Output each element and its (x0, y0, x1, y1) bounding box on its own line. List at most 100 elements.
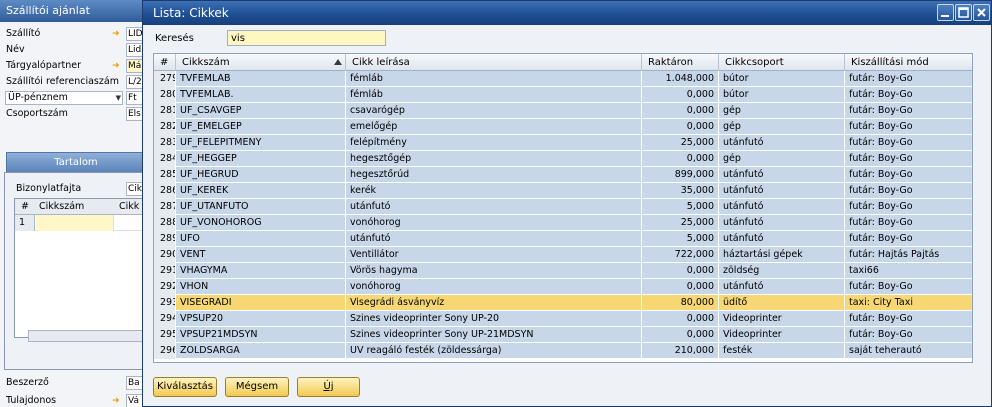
item-description-cell[interactable]: hegesztőrúd (346, 167, 642, 183)
shipping-method-cell[interactable]: futár: Boy-Go (845, 167, 972, 183)
search-input[interactable] (227, 30, 386, 46)
item-group-cell[interactable]: gép (719, 103, 845, 119)
shipping-method-cell[interactable]: futár: Boy-Go (845, 103, 972, 119)
item-description-cell[interactable]: Szines videoprinter Sony UP-20 (346, 311, 642, 327)
col-desc-header[interactable]: Cikk leírása (346, 54, 642, 71)
item-description-cell[interactable]: Ventillátor (346, 247, 642, 263)
col-num-header[interactable]: # (154, 54, 176, 71)
table-row[interactable]: 286UF_KEREKkerék35,000utánfutófutár: Boy… (154, 183, 972, 199)
item-group-cell[interactable]: gép (719, 119, 845, 135)
in-stock-cell[interactable]: 35,000 (642, 183, 719, 199)
shipping-method-cell[interactable]: futár: Boy-Go (845, 327, 972, 343)
table-row[interactable]: 290VENTVentillátor722,000háztartási gépe… (154, 247, 972, 263)
item-description-cell[interactable]: fémláb (346, 71, 642, 87)
item-code-cell[interactable]: VHON (176, 279, 346, 295)
table-row[interactable]: 287UF_UTANFUTOutánfutó5,000utánfutófutár… (154, 199, 972, 215)
item-description-cell[interactable]: Visegrádi ásványvíz (346, 295, 642, 311)
col-ship-header[interactable]: Kiszállítási mód (845, 54, 972, 71)
item-code-cell[interactable]: VPSUP21MDSYN (176, 327, 346, 343)
close-button[interactable] (973, 4, 990, 21)
select-button[interactable]: Kiválasztás (153, 377, 217, 397)
in-stock-cell[interactable]: 0,000 (642, 263, 719, 279)
table-row[interactable]: 295VPSUP21MDSYNSzines videoprinter Sony … (154, 327, 972, 343)
shipping-method-cell[interactable]: futár: Boy-Go (845, 215, 972, 231)
shipping-method-cell[interactable]: taxi: City Taxi (845, 295, 972, 311)
table-row[interactable]: 1 (15, 215, 149, 231)
link-arrow-icon[interactable]: ➜ (112, 396, 120, 406)
in-stock-cell[interactable]: 80,000 (642, 295, 719, 311)
table-row[interactable]: 289UFOutánfutó5,000utánfutófutár: Boy-Go (154, 231, 972, 247)
item-code-cell[interactable]: UF_VONOHOROG (176, 215, 346, 231)
in-stock-cell[interactable]: 5,000 (642, 231, 719, 247)
row-number-cell[interactable]: 282 (154, 119, 176, 135)
item-group-cell[interactable]: utánfutó (719, 183, 845, 199)
table-row[interactable]: 294VPSUP20Szines videoprinter Sony UP-20… (154, 311, 972, 327)
cancel-button[interactable]: Mégsem (225, 377, 289, 397)
minimize-button[interactable] (937, 4, 954, 21)
row-number-cell[interactable]: 285 (154, 167, 176, 183)
link-arrow-icon[interactable]: ➜ (112, 29, 120, 39)
tab-contents[interactable]: Tartalom (6, 152, 146, 172)
in-stock-cell[interactable]: 899,000 (642, 167, 719, 183)
item-code-cell[interactable]: UF_EMELGEP (176, 119, 346, 135)
item-code-cell[interactable]: VHAGYMA (176, 263, 346, 279)
item-code-cell[interactable]: UF_CSAVGEP (176, 103, 346, 119)
dialog-title-bar[interactable]: Lista: Cikkek (143, 1, 991, 25)
item-group-cell[interactable]: bútor (719, 87, 845, 103)
link-arrow-icon[interactable]: ➜ (112, 61, 120, 71)
table-row[interactable]: 284UF_HEGGEPhegesztőgép0,000gépfutár: Bo… (154, 151, 972, 167)
maximize-button[interactable] (955, 4, 972, 21)
item-description-cell[interactable]: hegesztőgép (346, 151, 642, 167)
shipping-method-cell[interactable]: saját teherautó (845, 343, 972, 359)
row-number-cell[interactable]: 291 (154, 263, 176, 279)
row-number-cell[interactable]: 292 (154, 279, 176, 295)
item-description-cell[interactable]: felépítmény (346, 135, 642, 151)
shipping-method-cell[interactable]: futár: Boy-Go (845, 199, 972, 215)
shipping-method-cell[interactable]: futár: Boy-Go (845, 151, 972, 167)
col-code-header[interactable]: Cikkszám (176, 54, 346, 71)
table-row[interactable]: 283UF_FELEPITMENYfelépítmény25,000utánfu… (154, 135, 972, 151)
item-code-cell[interactable]: UFO (176, 231, 346, 247)
col-code-header[interactable]: Cikkszám (39, 199, 84, 215)
item-group-cell[interactable]: utánfutó (719, 167, 845, 183)
in-stock-cell[interactable]: 0,000 (642, 103, 719, 119)
col-stock-header[interactable]: Raktáron (642, 54, 719, 71)
item-description-cell[interactable]: kerék (346, 183, 642, 199)
item-code-cell[interactable]: UF_HEGGEP (176, 151, 346, 167)
shipping-method-cell[interactable]: futár: Boy-Go (845, 311, 972, 327)
item-group-cell[interactable]: háztartási gépek (719, 247, 845, 263)
row-number-cell[interactable]: 281 (154, 103, 176, 119)
item-code-cell[interactable]: UF_UTANFUTO (176, 199, 346, 215)
item-description-cell[interactable]: vonóhorog (346, 279, 642, 295)
item-description-cell[interactable]: utánfutó (346, 199, 642, 215)
item-group-cell[interactable]: Videoprinter (719, 327, 845, 343)
table-row[interactable]: 292VHONvonóhorog0,000utánfutófutár: Boy-… (154, 279, 972, 295)
item-group-cell[interactable]: utánfutó (719, 231, 845, 247)
new-button[interactable]: Új (297, 377, 360, 397)
item-code-cell[interactable]: UF_FELEPITMENY (176, 135, 346, 151)
item-group-cell[interactable]: Videoprinter (719, 311, 845, 327)
row-number-cell[interactable]: 284 (154, 151, 176, 167)
item-description-cell[interactable]: Szines videoprinter Sony UP-21MDSYN (346, 327, 642, 343)
table-row[interactable]: 280TVFEMLAB.fémláb0,000bútorfutár: Boy-G… (154, 87, 972, 103)
row-number-cell[interactable]: 293 (154, 295, 176, 311)
item-description-cell[interactable]: vonóhorog (346, 215, 642, 231)
item-description-cell[interactable]: utánfutó (346, 231, 642, 247)
shipping-method-cell[interactable]: futár: Boy-Go (845, 183, 972, 199)
item-code-cell[interactable]: ZOLDSARGA (176, 343, 346, 359)
shipping-method-cell[interactable]: taxi66 (845, 263, 972, 279)
item-code-cell[interactable]: UF_KEREK (176, 183, 346, 199)
table-row[interactable]: 279TVFEMLABfémláb1.048,000bútorfutár: Bo… (154, 71, 972, 87)
in-stock-cell[interactable]: 722,000 (642, 247, 719, 263)
shipping-method-cell[interactable]: futár: Boy-Go (845, 71, 972, 87)
item-description-cell[interactable]: Vörös hagyma (346, 263, 642, 279)
item-code-cell[interactable]: TVFEMLAB. (176, 87, 346, 103)
row-number-cell[interactable]: 295 (154, 327, 176, 343)
row-number-cell[interactable]: 279 (154, 71, 176, 87)
in-stock-cell[interactable]: 0,000 (642, 279, 719, 295)
row-number-cell[interactable]: 286 (154, 183, 176, 199)
item-group-cell[interactable]: utánfutó (719, 215, 845, 231)
table-row[interactable]: 293VISEGRADIVisegrádi ásványvíz80,000üdí… (154, 295, 972, 311)
row-number-cell[interactable]: 294 (154, 311, 176, 327)
item-code-cell[interactable]: VPSUP20 (176, 311, 346, 327)
